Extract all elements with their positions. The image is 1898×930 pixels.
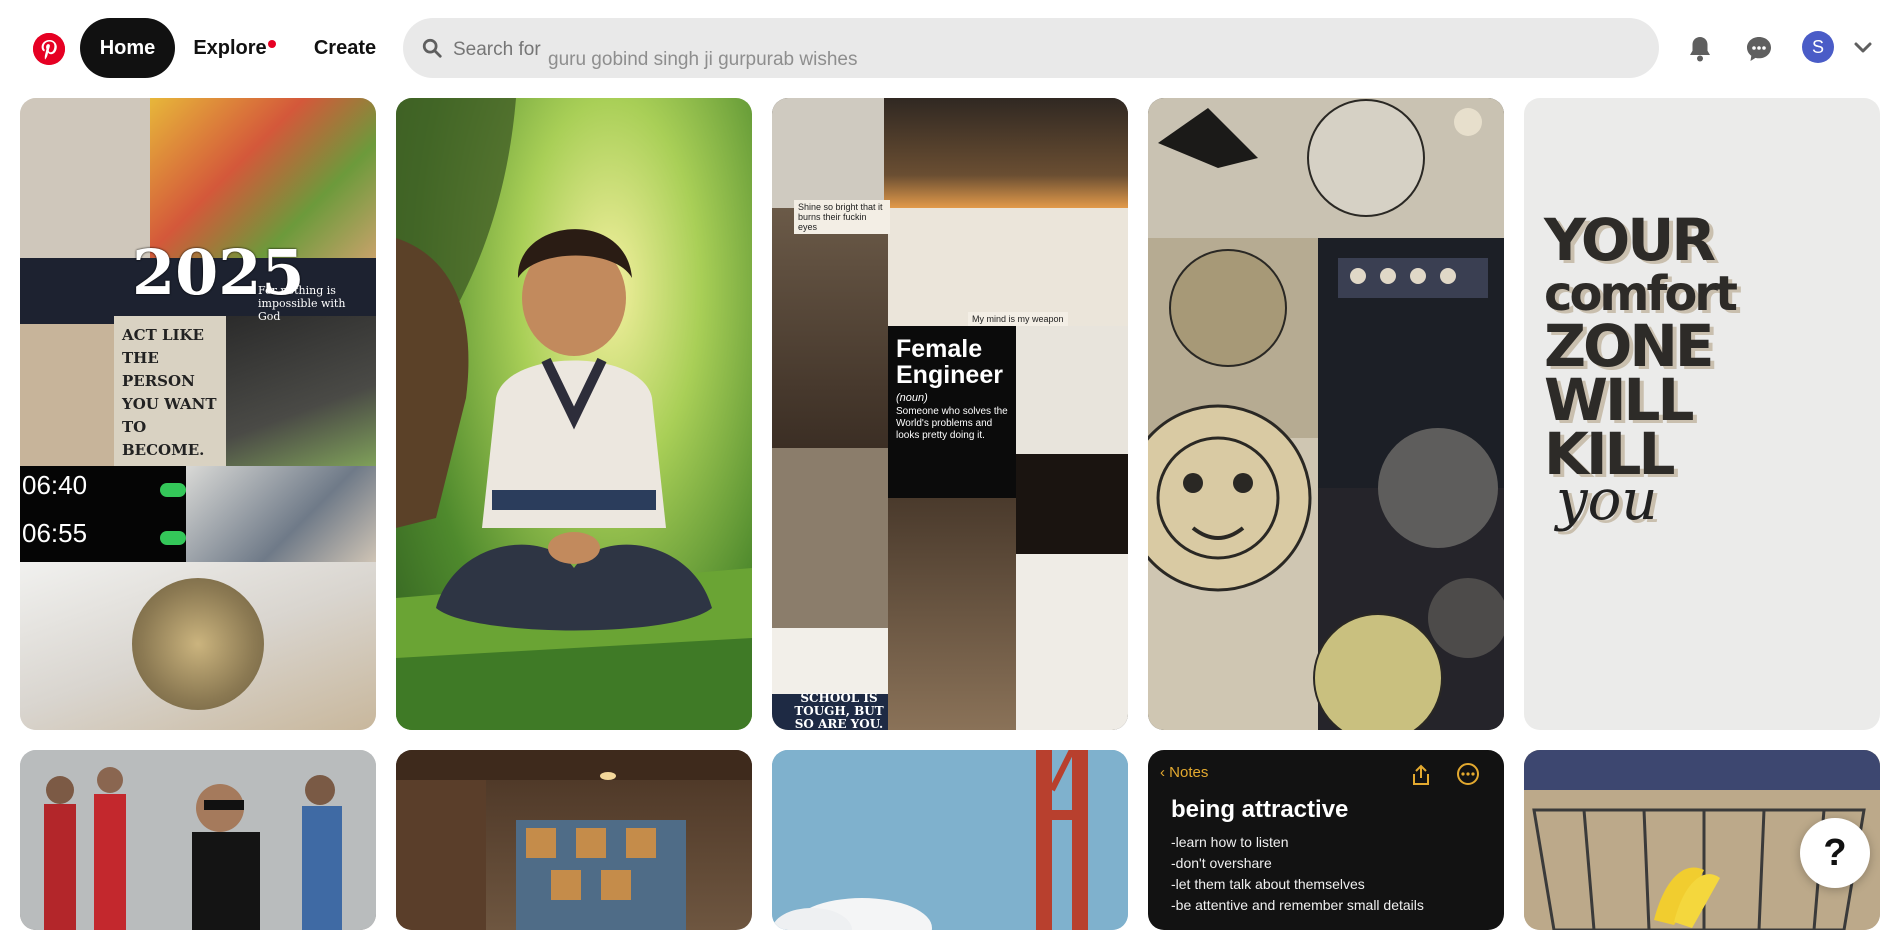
pin-card-sky-bridge[interactable] — [772, 750, 1128, 930]
search-suggestion: guru gobind singh ji gurpurab wishes — [548, 49, 858, 70]
nav-create-button[interactable]: Create — [300, 18, 390, 78]
capsule-dish — [132, 578, 264, 710]
collage-tile — [20, 98, 150, 258]
celestial-collage-art — [1148, 98, 1504, 730]
top-header: Home Explore Create Search for guru gobi… — [0, 0, 1898, 98]
pinterest-logo-icon[interactable] — [33, 33, 65, 65]
pin-card-rustic-interior[interactable] — [396, 750, 752, 930]
alarm-time-1: 06:40 — [22, 470, 88, 500]
collage-tile — [150, 98, 376, 258]
pin-text-verse: For nothing is impossible with God — [258, 284, 346, 323]
notes-title: being attractive — [1171, 796, 1349, 823]
notifications-bell-icon[interactable] — [1678, 27, 1722, 71]
collage-tile — [772, 448, 888, 628]
pin-card-2025-collage[interactable]: 2025 ACT LIKE THE PERSON YOU WANT TO BEC… — [20, 98, 376, 730]
messages-icon[interactable] — [1737, 27, 1781, 71]
notes-line: -be attentive and remember small details — [1171, 897, 1424, 913]
chevron-left-icon: ‹ — [1160, 764, 1170, 781]
collage-tile — [888, 208, 1128, 326]
pin-card-crowd-street[interactable] — [20, 750, 376, 930]
collage-tile — [1016, 326, 1128, 454]
pin-text-note: My mind is my weapon — [968, 312, 1068, 326]
female-engineer-card: Female Engineer (noun) Someone who solve… — [888, 326, 1016, 498]
nav-explore-label: Explore — [193, 36, 267, 59]
pin-card-comfort-zone-quote[interactable]: YOUR comfort ZONE WILL KILL you — [1524, 98, 1880, 730]
collage-tile — [186, 466, 376, 562]
quote-line-6: you — [1556, 468, 1658, 533]
more-options-icon — [1457, 763, 1479, 785]
bridge-photo — [772, 750, 1128, 930]
notes-line: -let them talk about themselves — [1171, 876, 1365, 892]
pin-text-note: Shine so bright that it burns their fuck… — [794, 200, 890, 234]
share-icon — [1413, 764, 1429, 785]
collage-tile — [772, 98, 884, 208]
collage-tile — [884, 98, 1128, 208]
pin-card-celestial-collage[interactable] — [1148, 98, 1504, 730]
pin-card-notes[interactable]: ‹ Notes being attractive -learn how to l… — [1148, 750, 1504, 930]
search-input[interactable]: Search for guru gobind singh ji gurpurab… — [403, 18, 1659, 78]
pin-card-female-engineer[interactable]: Shine so bright that it burns their fuck… — [772, 98, 1128, 730]
pin-card-meditating-boy[interactable] — [396, 98, 752, 730]
meditating-boy-illustration — [396, 98, 752, 730]
alarm-toggle-2 — [160, 531, 186, 545]
nav-explore-button[interactable]: Explore — [180, 18, 280, 78]
collage-tile — [226, 316, 376, 466]
notification-dot-icon — [268, 40, 276, 48]
collage-tile — [20, 324, 114, 484]
crowd-photo — [20, 750, 376, 930]
pin-text-school: SCHOOL IS TOUGH, BUT SO ARE YOU. — [794, 691, 884, 731]
avatar[interactable]: S — [1802, 31, 1834, 63]
notes-back-link: ‹ Notes — [1160, 764, 1208, 781]
pin-text-noun: (noun) — [896, 392, 928, 404]
alarm-time-2: 06:55 — [22, 518, 88, 548]
quote-line-1: YOUR — [1544, 206, 1716, 274]
help-button[interactable]: ? — [1800, 818, 1870, 888]
alarm-toggle-1 — [160, 483, 186, 497]
collage-tile — [1016, 554, 1128, 730]
pin-text-quote: ACT LIKE THE PERSON YOU WANT TO BECOME. — [114, 316, 226, 466]
chevron-down-icon[interactable] — [1852, 36, 1874, 58]
notes-line: -learn how to listen — [1171, 834, 1289, 850]
collage-tile — [888, 498, 1016, 730]
collage-tile — [772, 208, 888, 448]
pin-text-definition: Someone who solves the World's problems … — [896, 406, 1008, 441]
search-placeholder: Search for — [453, 39, 541, 60]
interior-photo — [396, 750, 752, 930]
notes-line: -don't overshare — [1171, 855, 1272, 871]
pin-text-title: Female Engineer — [896, 335, 1003, 389]
search-icon — [422, 38, 442, 58]
notes-back-label: Notes — [1169, 764, 1209, 781]
collage-tile — [1016, 454, 1128, 554]
nav-home-button[interactable]: Home — [80, 18, 175, 78]
